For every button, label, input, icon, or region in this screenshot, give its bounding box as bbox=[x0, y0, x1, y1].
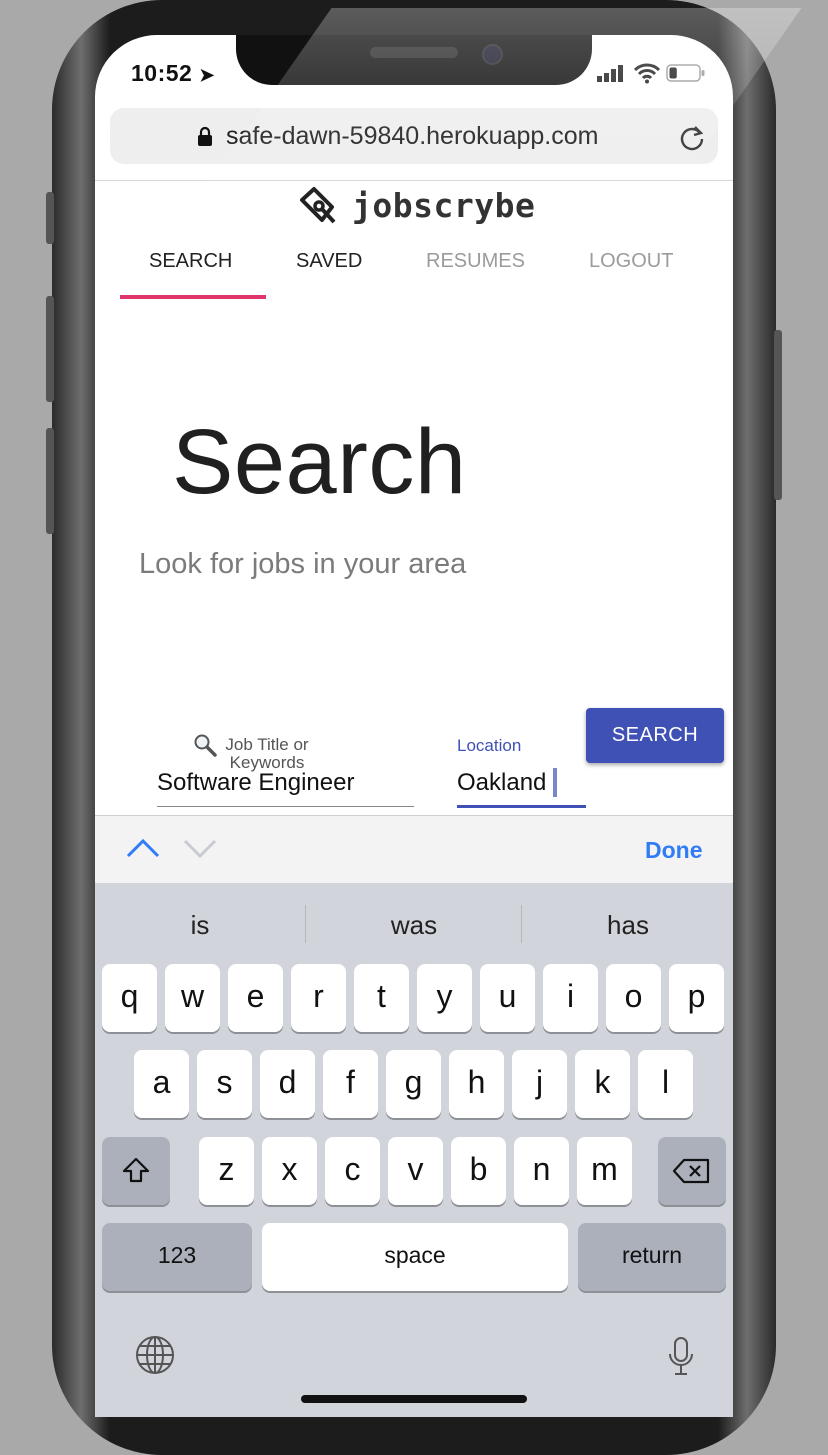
suggestion-divider bbox=[305, 905, 306, 943]
location-label: Location bbox=[457, 736, 522, 755]
location-underline bbox=[457, 805, 586, 808]
lock-icon bbox=[197, 126, 213, 146]
suggestion-is[interactable]: is bbox=[140, 910, 260, 941]
done-button[interactable]: Done bbox=[645, 837, 703, 864]
suggestion-has[interactable]: has bbox=[568, 910, 688, 941]
return-key[interactable]: return bbox=[578, 1223, 726, 1291]
key-q[interactable]: q bbox=[102, 964, 157, 1032]
job-title-placeholder: Job Title or Keywords bbox=[225, 735, 309, 772]
status-time: 10:52 ➤ bbox=[131, 60, 215, 86]
globe-icon[interactable] bbox=[134, 1334, 176, 1376]
key-o[interactable]: o bbox=[606, 964, 661, 1032]
key-z[interactable]: z bbox=[199, 1137, 254, 1205]
key-g[interactable]: g bbox=[386, 1050, 441, 1118]
numbers-key[interactable]: 123 bbox=[102, 1223, 252, 1291]
key-e[interactable]: e bbox=[228, 964, 283, 1032]
pen-nib-logo-icon bbox=[296, 186, 338, 228]
key-x[interactable]: x bbox=[262, 1137, 317, 1205]
key-i[interactable]: i bbox=[543, 964, 598, 1032]
key-a[interactable]: a bbox=[134, 1050, 189, 1118]
key-l[interactable]: l bbox=[638, 1050, 693, 1118]
suggestion-was[interactable]: was bbox=[354, 910, 474, 941]
key-h[interactable]: h bbox=[449, 1050, 504, 1118]
tab-saved[interactable]: SAVED bbox=[296, 250, 362, 273]
tab-resumes[interactable]: RESUMES bbox=[426, 250, 525, 273]
next-field-icon[interactable] bbox=[182, 836, 218, 860]
tab-search[interactable]: SEARCH bbox=[149, 250, 232, 273]
wifi-icon bbox=[633, 62, 661, 84]
previous-field-icon[interactable] bbox=[125, 836, 161, 860]
cellular-signal-icon bbox=[597, 64, 627, 82]
space-key[interactable]: space bbox=[262, 1223, 568, 1291]
notch bbox=[236, 35, 592, 85]
key-m[interactable]: m bbox=[577, 1137, 632, 1205]
backspace-icon bbox=[672, 1158, 710, 1184]
delete-key[interactable] bbox=[658, 1137, 726, 1205]
browser-divider bbox=[95, 180, 733, 181]
front-camera bbox=[482, 44, 503, 65]
location-arrow-icon: ➤ bbox=[199, 65, 215, 85]
location-input[interactable]: Oakland bbox=[457, 769, 546, 797]
key-u[interactable]: u bbox=[480, 964, 535, 1032]
shift-icon bbox=[122, 1157, 150, 1183]
brand-name: jobscrybe bbox=[352, 186, 536, 225]
key-j[interactable]: j bbox=[512, 1050, 567, 1118]
suggestion-divider bbox=[521, 905, 522, 943]
text-cursor bbox=[553, 768, 557, 797]
key-y[interactable]: y bbox=[417, 964, 472, 1032]
home-indicator[interactable] bbox=[301, 1395, 527, 1403]
microphone-icon[interactable] bbox=[666, 1336, 696, 1378]
power-button bbox=[774, 330, 782, 500]
battery-icon bbox=[666, 63, 706, 83]
key-t[interactable]: t bbox=[354, 964, 409, 1032]
mute-switch bbox=[46, 192, 54, 244]
job-title-input[interactable]: Software Engineer bbox=[157, 769, 354, 797]
key-b[interactable]: b bbox=[451, 1137, 506, 1205]
key-v[interactable]: v bbox=[388, 1137, 443, 1205]
key-k[interactable]: k bbox=[575, 1050, 630, 1118]
job-title-underline bbox=[157, 806, 414, 807]
key-d[interactable]: d bbox=[260, 1050, 315, 1118]
shift-key[interactable] bbox=[102, 1137, 170, 1205]
search-button[interactable]: SEARCH bbox=[586, 708, 724, 763]
tab-logout[interactable]: LOGOUT bbox=[589, 250, 673, 273]
key-w[interactable]: w bbox=[165, 964, 220, 1032]
key-r[interactable]: r bbox=[291, 964, 346, 1032]
key-n[interactable]: n bbox=[514, 1137, 569, 1205]
page-subtitle: Look for jobs in your area bbox=[139, 548, 467, 580]
speaker bbox=[370, 47, 458, 58]
volume-up-button bbox=[46, 296, 54, 402]
url-text[interactable]: safe-dawn-59840.herokuapp.com bbox=[226, 122, 598, 151]
active-tab-indicator bbox=[120, 295, 266, 299]
key-s[interactable]: s bbox=[197, 1050, 252, 1118]
reload-icon[interactable] bbox=[678, 124, 706, 152]
key-p[interactable]: p bbox=[669, 964, 724, 1032]
page-title: Search bbox=[172, 411, 467, 513]
key-c[interactable]: c bbox=[325, 1137, 380, 1205]
key-f[interactable]: f bbox=[323, 1050, 378, 1118]
volume-down-button bbox=[46, 428, 54, 534]
